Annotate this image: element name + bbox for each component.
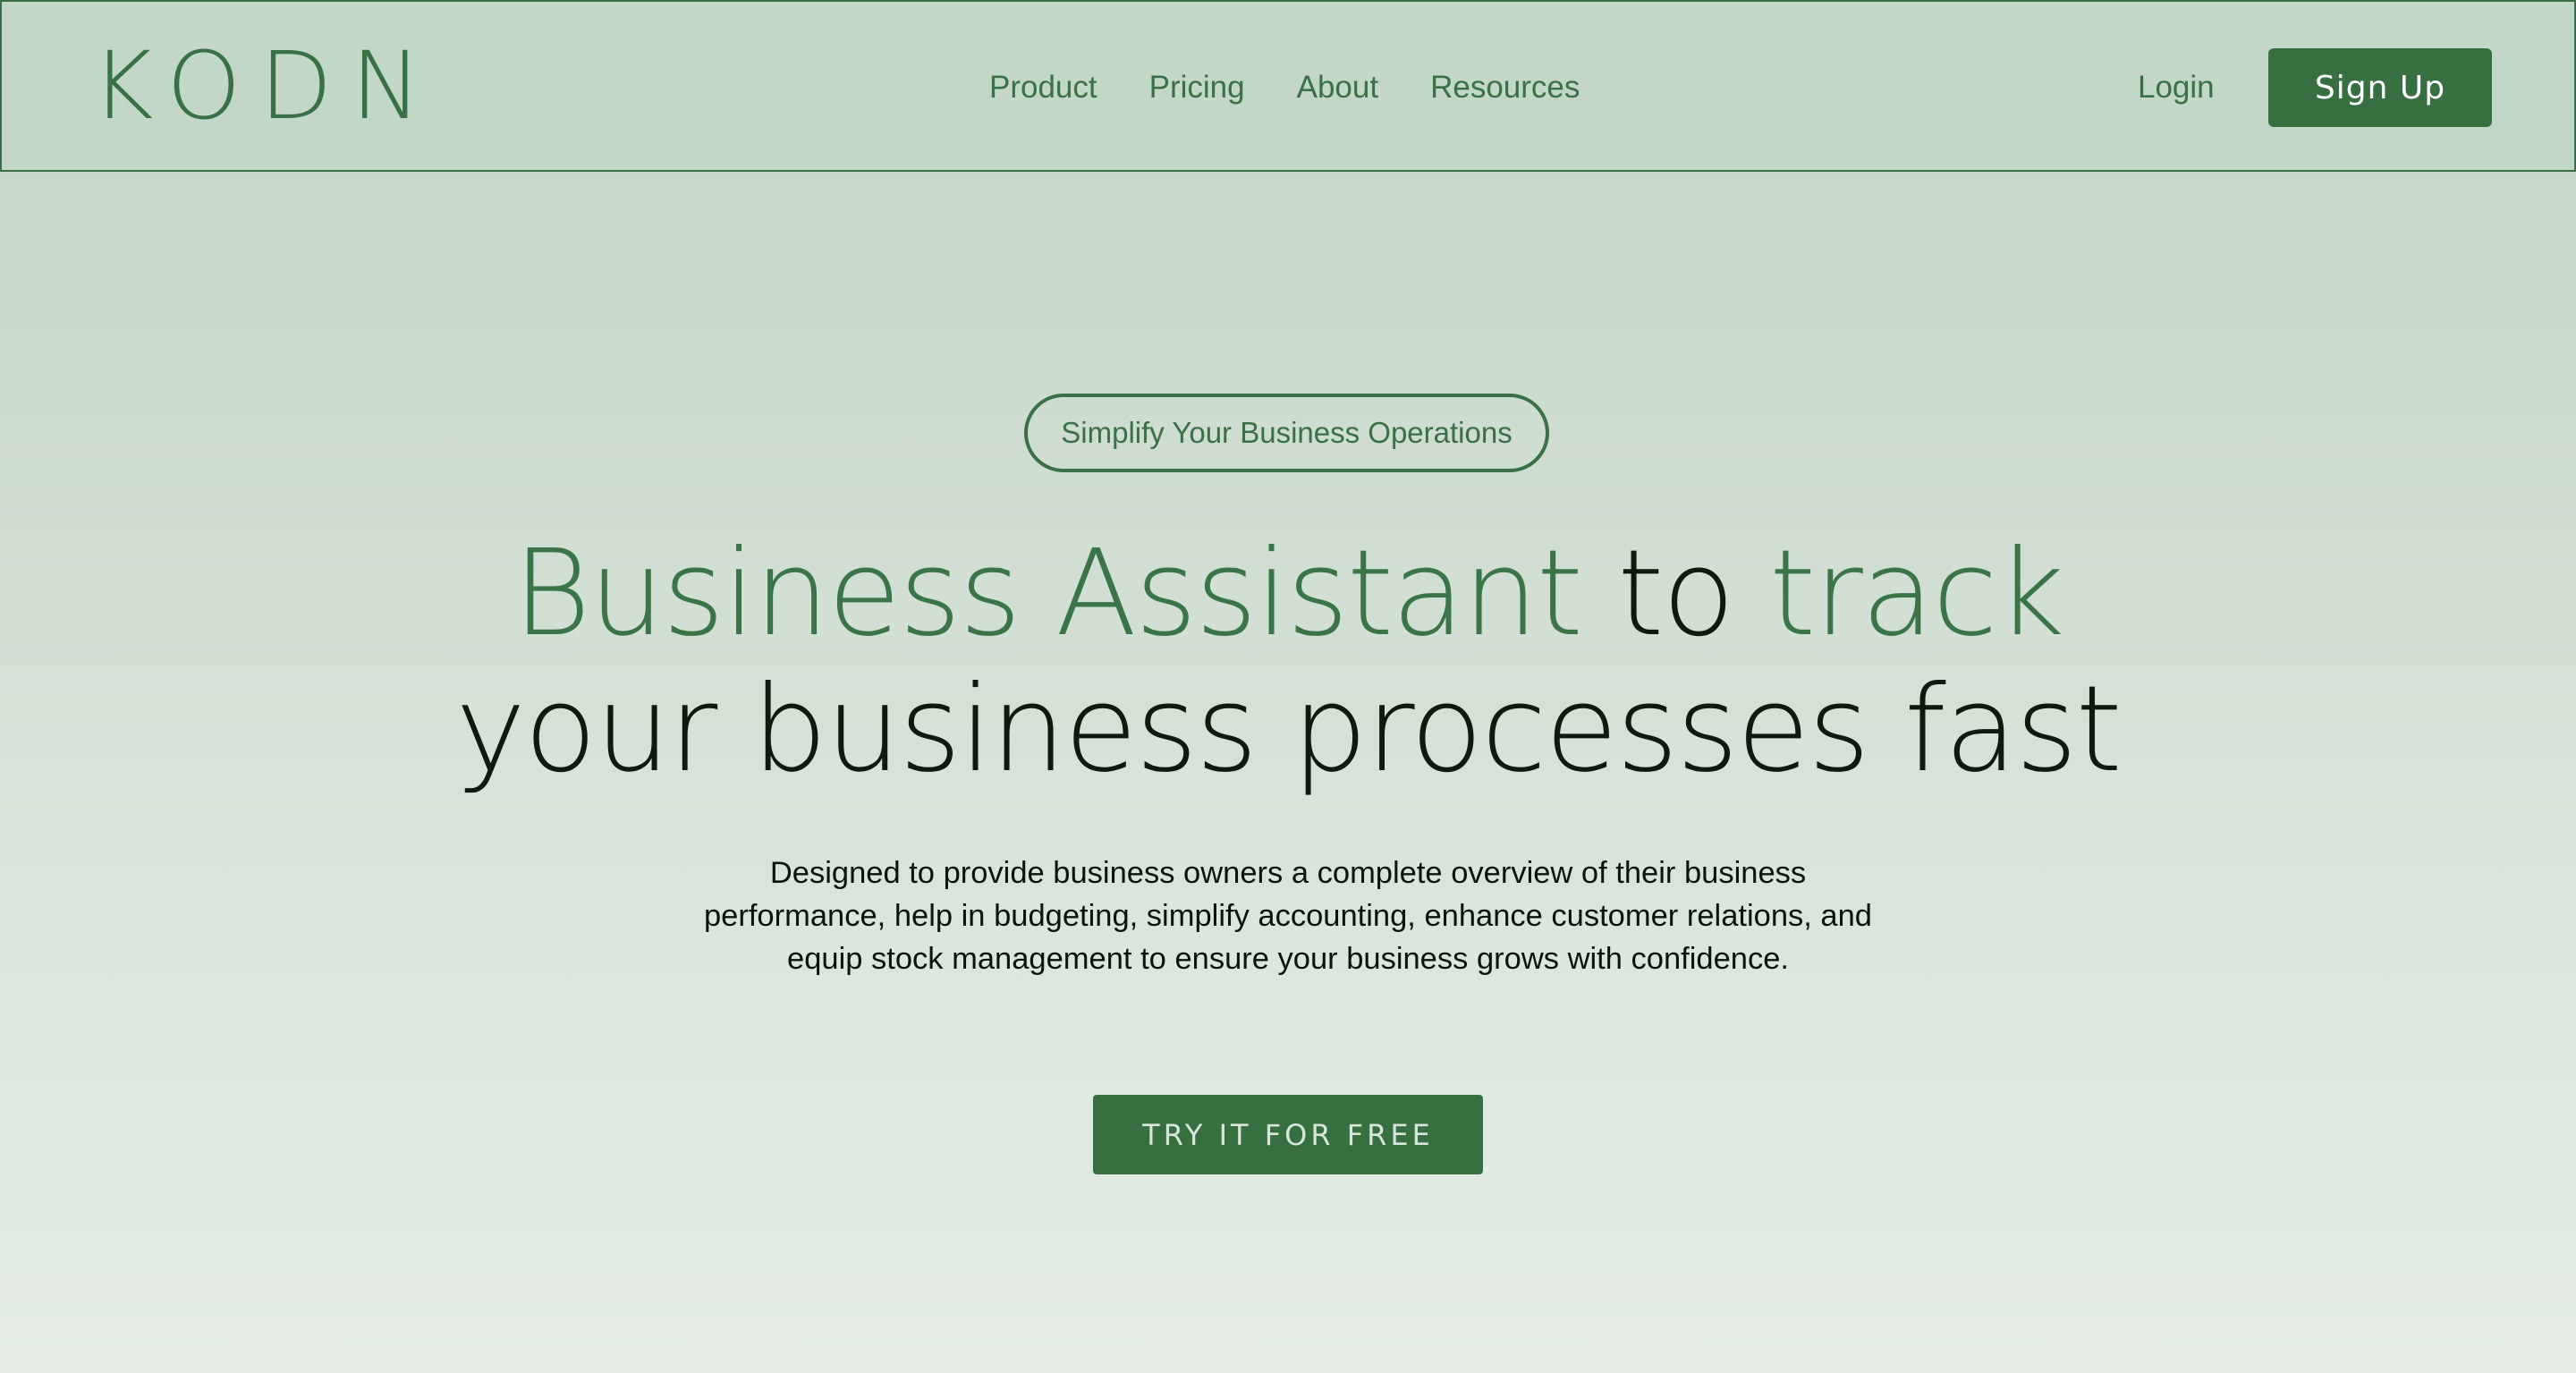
- headline-part-business-assistant: Business Assistant: [513, 525, 1583, 663]
- hero-headline: Business Assistant to track your busines…: [304, 526, 2272, 798]
- signup-button[interactable]: Sign Up: [2268, 48, 2492, 127]
- try-free-button[interactable]: TRY IT FOR FREE: [1093, 1095, 1483, 1174]
- headline-part-track: track: [1769, 525, 2064, 663]
- headline-line-2: your business processes fast: [455, 661, 2123, 799]
- navbar: KODN Product Pricing About Resources Log…: [0, 0, 2576, 172]
- headline-part-to: to: [1617, 525, 1735, 663]
- logo[interactable]: KODN: [91, 39, 440, 132]
- nav-link-pricing[interactable]: Pricing: [1149, 70, 1245, 106]
- nav-link-about[interactable]: About: [1297, 70, 1378, 106]
- login-link[interactable]: Login: [2138, 64, 2215, 111]
- nav-link-resources[interactable]: Resources: [1430, 70, 1580, 106]
- nav-link-product[interactable]: Product: [989, 70, 1097, 106]
- nav-links: Product Pricing About Resources: [989, 64, 1580, 111]
- hero-tag: Simplify Your Business Operations: [1024, 394, 1549, 472]
- hero-description: Designed to provide business owners a co…: [703, 856, 1872, 976]
